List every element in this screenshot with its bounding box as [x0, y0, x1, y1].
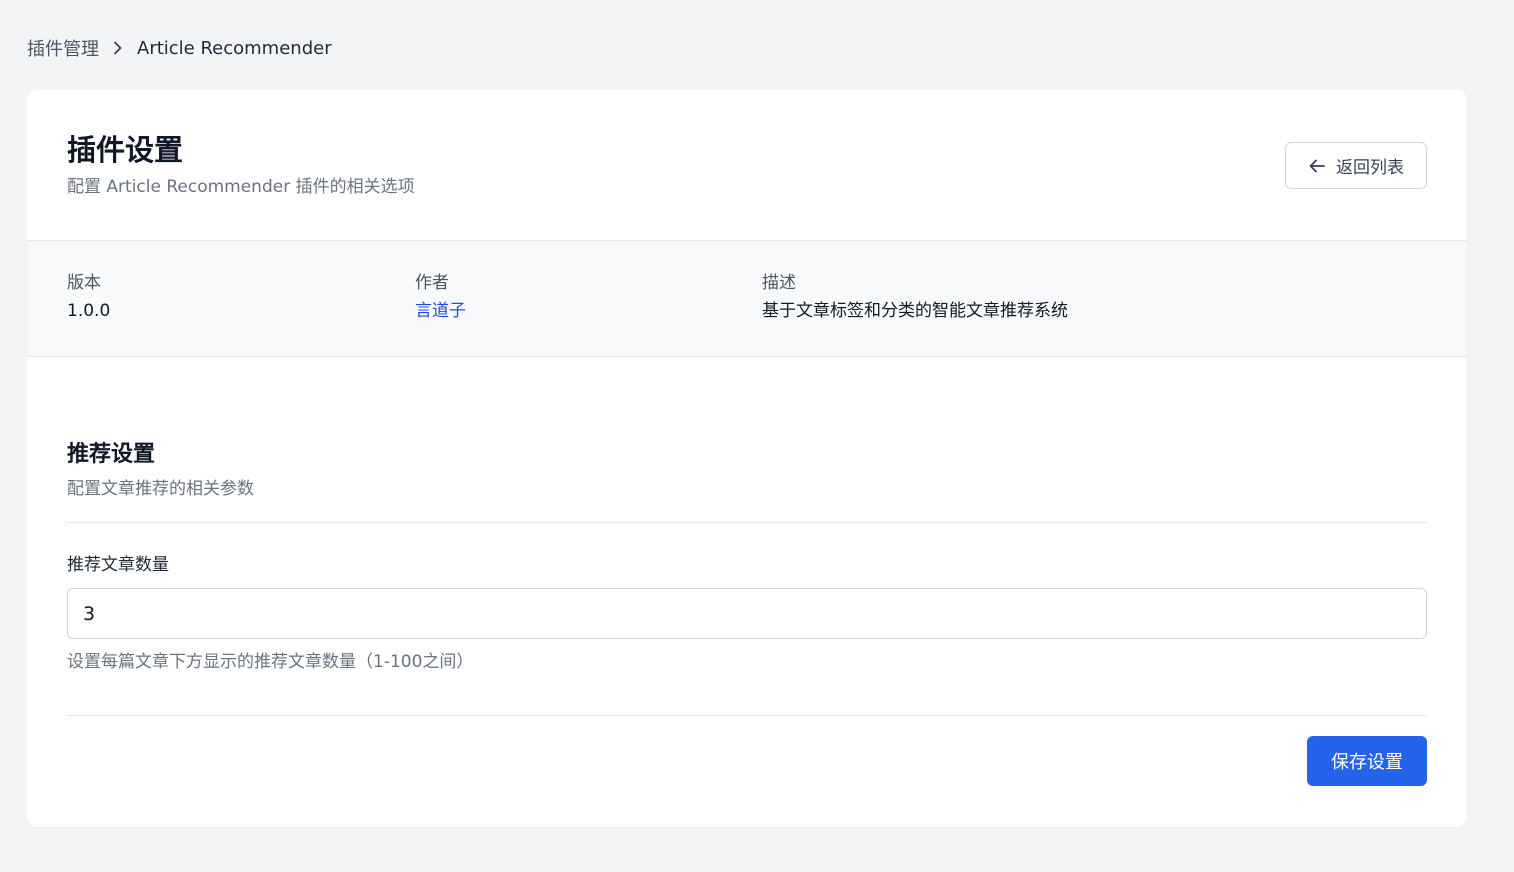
recommend-count-label: 推荐文章数量 [67, 555, 169, 575]
section-title: 推荐设置 [67, 442, 156, 467]
save-settings-button[interactable]: 保存设置 [1307, 736, 1427, 786]
version-info: 版本 1.0.0 [67, 272, 110, 322]
recommend-count-input[interactable] [67, 588, 1427, 639]
section-description: 配置文章推荐的相关参数 [67, 479, 254, 499]
breadcrumb: 插件管理 Article Recommender [27, 35, 332, 61]
page-title: 插件设置 [67, 133, 184, 167]
author-label: 作者 [415, 273, 449, 293]
description-value: 基于文章标签和分类的智能文章推荐系统 [762, 301, 1068, 321]
chevron-right-icon [113, 41, 123, 55]
breadcrumb-current: Article Recommender [137, 37, 332, 59]
author-info: 作者 言道子 [415, 272, 466, 322]
arrow-left-icon [1308, 158, 1326, 174]
back-button-label: 返回列表 [1336, 158, 1404, 177]
plugin-info-bar: 版本 1.0.0 作者 言道子 描述 基于文章标签和分类的智能文章推荐系统 [27, 241, 1467, 357]
card-header: 插件设置 配置 Article Recommender 插件的相关选项 返回列表 [27, 90, 1467, 241]
author-link[interactable]: 言道子 [415, 300, 466, 322]
section-divider [67, 522, 1427, 523]
plugin-settings-card: 插件设置 配置 Article Recommender 插件的相关选项 返回列表… [27, 90, 1467, 827]
footer-divider [67, 715, 1427, 716]
back-to-list-button[interactable]: 返回列表 [1285, 142, 1427, 189]
breadcrumb-plugin-management[interactable]: 插件管理 [27, 35, 99, 61]
description-info: 描述 基于文章标签和分类的智能文章推荐系统 [762, 272, 1068, 322]
version-value: 1.0.0 [67, 301, 111, 321]
page-subtitle: 配置 Article Recommender 插件的相关选项 [67, 177, 415, 197]
description-label: 描述 [762, 273, 796, 293]
recommend-count-help: 设置每篇文章下方显示的推荐文章数量（1-100之间） [67, 652, 474, 672]
version-label: 版本 [67, 273, 101, 293]
